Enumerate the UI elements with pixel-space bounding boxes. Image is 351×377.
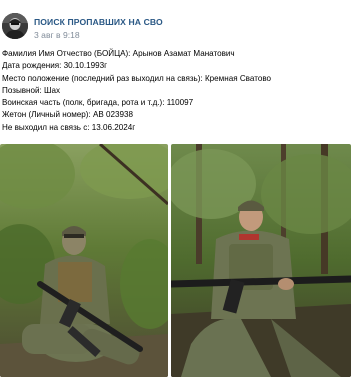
text-line-full-name: Фамилия Имя Отчество (БОЙЦА): Арынов Аза…: [2, 49, 235, 58]
text-line-military-unit: Воинская часть (полк, бригада, рота и т.…: [2, 98, 194, 107]
wall-post: ПОИСК ПРОПАВШИХ НА СВО 3 авг в 9:18 Фами…: [0, 0, 351, 377]
post-text: Фамилия Имя Отчество (БОЙЦА): Арынов Аза…: [2, 48, 350, 134]
photo-grid: [0, 144, 351, 377]
soldier-photo-2: [171, 144, 351, 377]
post-header: ПОИСК ПРОПАВШИХ НА СВО 3 авг в 9:18: [0, 0, 351, 44]
text-line-callsign: Позывной: Шах: [2, 85, 61, 95]
text-line-location: Место положение (последний раз выходил н…: [2, 73, 272, 83]
post-photo-1[interactable]: [0, 144, 168, 377]
text-line-dog-tag: Жетон (Личный номер): АВ 023938: [2, 110, 134, 120]
group-avatar[interactable]: [2, 13, 28, 39]
post-photo-2[interactable]: [171, 144, 351, 377]
post-author[interactable]: ПОИСК ПРОПАВШИХ НА СВО: [34, 17, 163, 27]
soldier-avatar-icon: [2, 13, 28, 39]
text-line-birth-date: Дата рождения: 30.10.1993г: [2, 61, 108, 71]
soldier-photo-1: [0, 144, 168, 377]
text-line-last-contact: Не выходил на связь с: 13.06.2024г: [2, 122, 136, 132]
post-date[interactable]: 3 авг в 9:18: [34, 30, 80, 40]
